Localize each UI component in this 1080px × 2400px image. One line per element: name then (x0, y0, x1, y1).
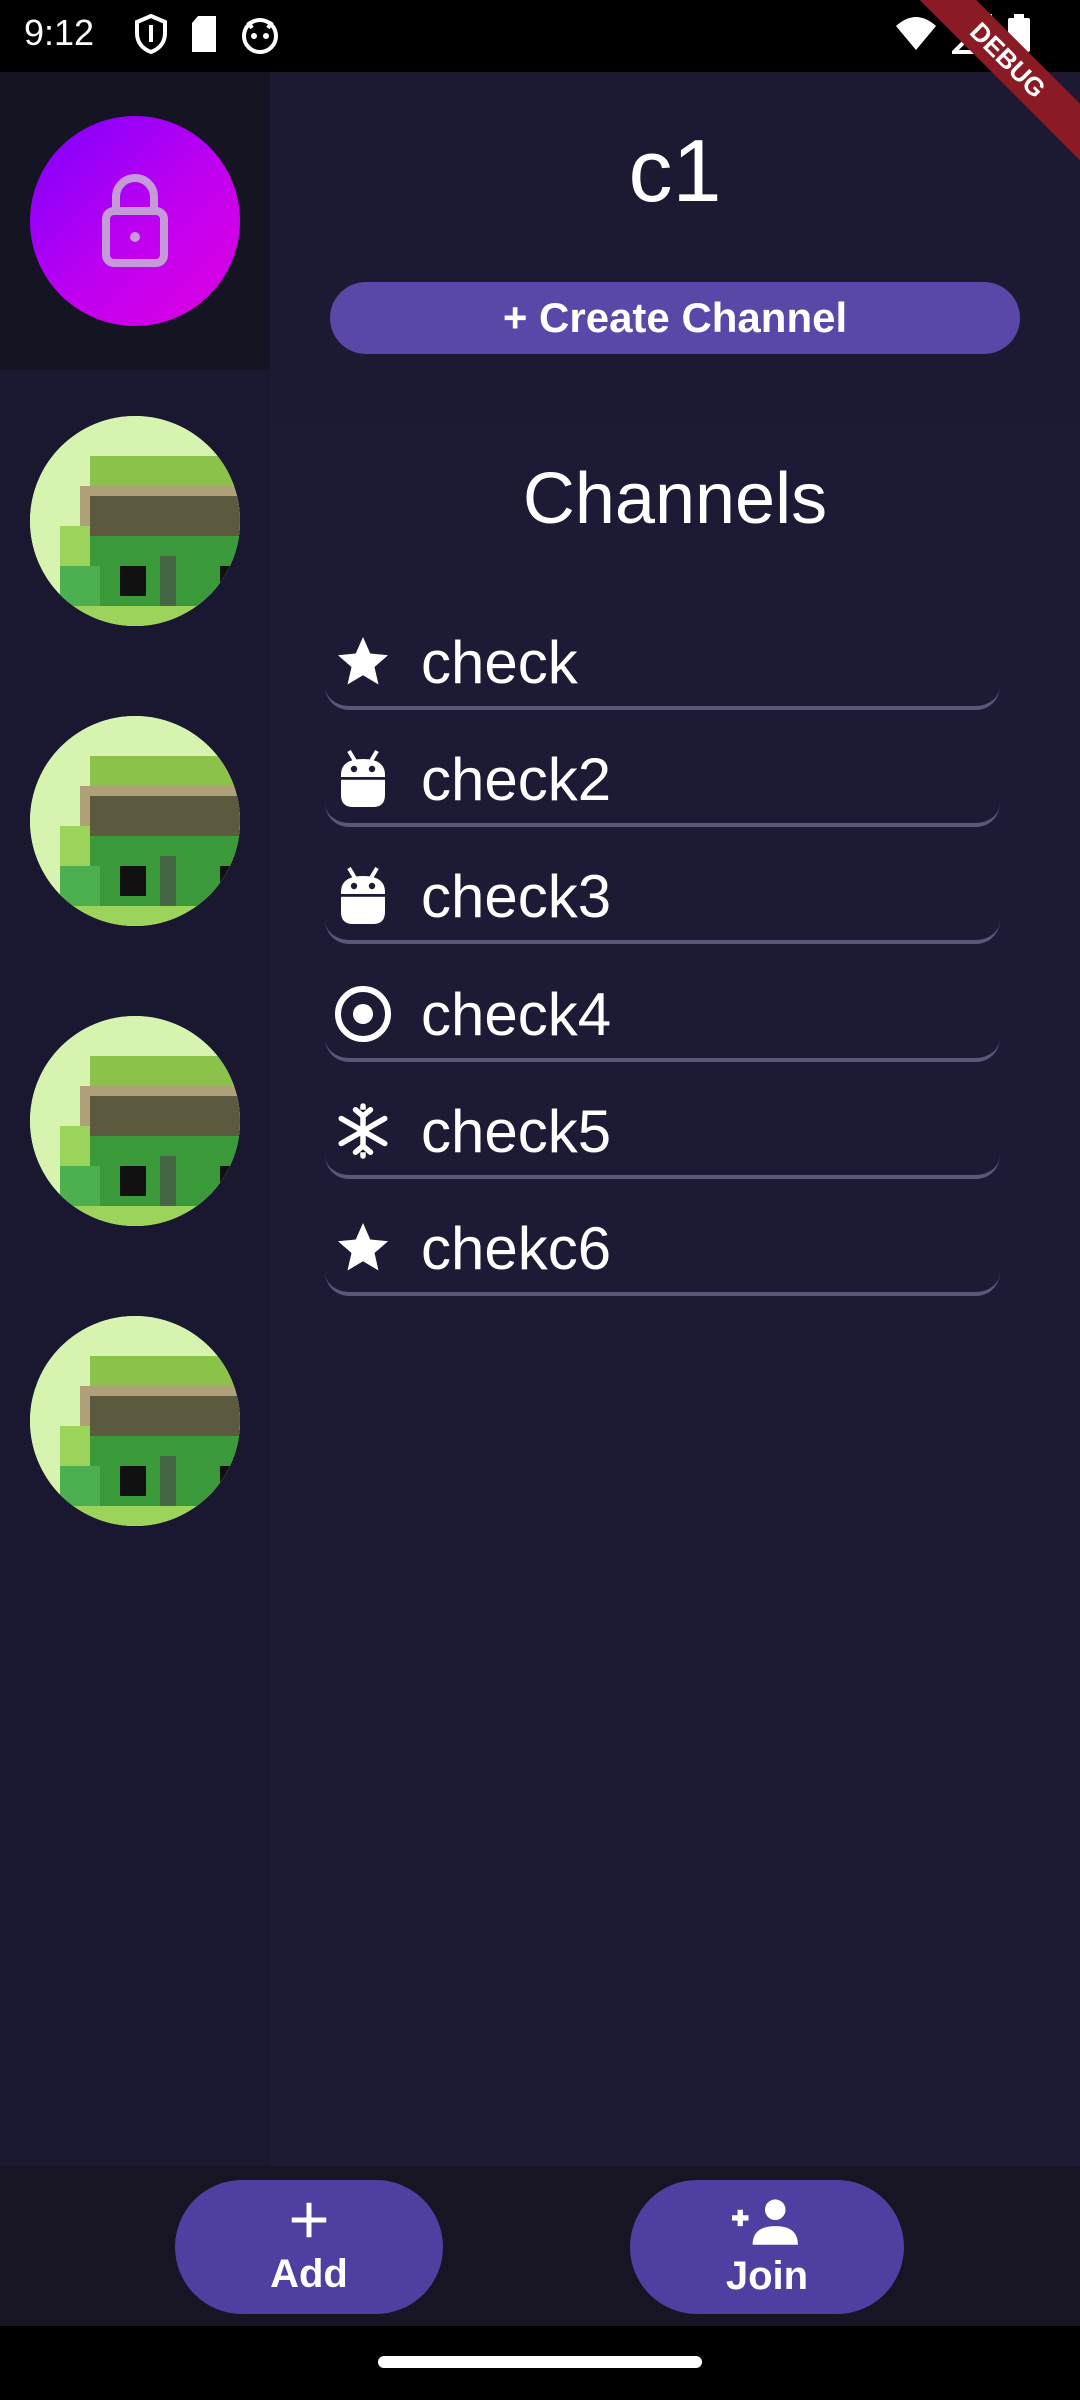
channels-title: Channels (522, 459, 828, 539)
lock-icon (100, 169, 170, 274)
status-time: 9:12 (24, 12, 95, 53)
shield-icon (134, 13, 168, 59)
channel-item[interactable]: check3 (325, 852, 1000, 944)
channel-item[interactable]: check2 (325, 735, 1000, 827)
channel-label: check5 (421, 1097, 612, 1165)
status-bar: 9:12 (0, 0, 1080, 72)
channel-item[interactable]: check4 (325, 970, 1000, 1062)
home-gesture-bar[interactable] (378, 2356, 702, 2368)
android-icon (331, 864, 395, 928)
server-lock-button[interactable] (30, 116, 240, 326)
plus-icon (286, 2197, 332, 2248)
create-channel-button[interactable]: + Create Channel (330, 282, 1020, 354)
status-icons-left (134, 13, 280, 59)
snowflake-icon (331, 1099, 395, 1163)
channel-label: chekc6 (421, 1214, 612, 1282)
channel-label: check2 (421, 745, 612, 813)
server-title: c1 (628, 121, 722, 220)
wifi-icon (894, 14, 938, 59)
sidebar-top (0, 72, 270, 370)
channel-label: check3 (421, 862, 612, 930)
star-icon (331, 1216, 395, 1280)
server-header: c1 + Create Channel (270, 72, 1080, 420)
server-avatar[interactable] (30, 716, 240, 926)
radio-button-icon (331, 982, 395, 1046)
join-label: Join (725, 2254, 809, 2298)
channel-item[interactable]: check5 (325, 1087, 1000, 1179)
join-button[interactable]: Join (630, 2180, 904, 2314)
channel-item[interactable]: check (325, 618, 1000, 710)
channel-label: check4 (421, 980, 612, 1048)
server-avatar[interactable] (30, 1316, 240, 1526)
server-avatar[interactable] (30, 416, 240, 626)
android-icon (331, 747, 395, 811)
cat-icon (240, 14, 280, 59)
person-add-icon (732, 2195, 802, 2250)
server-avatar[interactable] (30, 1016, 240, 1226)
server-sidebar (0, 72, 270, 2166)
add-button[interactable]: Add (175, 2180, 443, 2314)
star-icon (331, 630, 395, 694)
bottom-action-bar: Add Join (0, 2166, 1080, 2326)
add-label: Add (270, 2252, 348, 2296)
channel-label: check (421, 628, 578, 696)
sd-card-icon (188, 14, 220, 59)
channel-item[interactable]: chekc6 (325, 1204, 1000, 1296)
